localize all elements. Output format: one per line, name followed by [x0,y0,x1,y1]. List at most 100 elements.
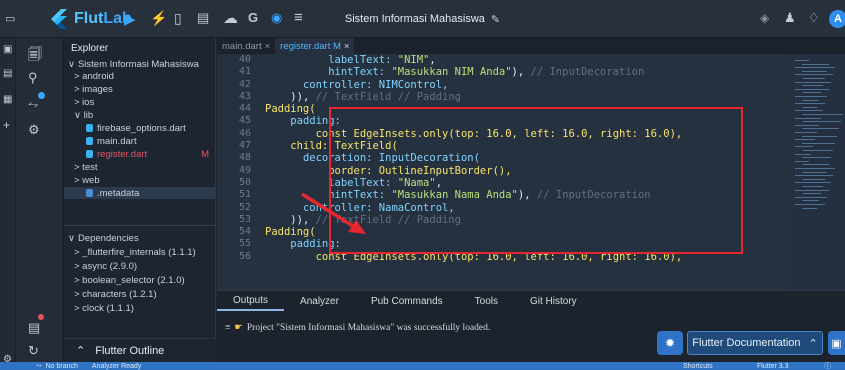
tab-pub-commands[interactable]: Pub Commands [355,291,459,311]
firebase-icon[interactable]: ◉ [271,10,282,26]
code-line[interactable]: hintText: "Masukkan NIM Anda"), // Input… [265,66,805,78]
tree-item-lib[interactable]: ∨ lib [64,109,215,121]
dependency-item[interactable]: > characters (1.2.1) [64,288,215,300]
search-icon[interactable]: ⚲ [28,70,38,86]
close-icon[interactable]: × [344,41,350,52]
chevron-down-icon: ∨ [68,58,75,70]
add-icon[interactable]: + [3,118,10,132]
storage-icon[interactable]: ▤ [3,68,12,79]
google-icon[interactable]: G [248,10,258,25]
tree-item-web[interactable]: > web [64,174,215,186]
notifications-icon[interactable]: ♢ [808,10,820,26]
tree-item-metadata[interactable]: .metadata [64,187,215,199]
minimap-line [802,128,839,130]
flutter-version[interactable]: Flutter 3.3 [757,363,789,370]
minimap-line [802,106,817,108]
grid-icon[interactable]: ▦ [3,94,12,105]
tree-item-images[interactable]: > images [64,83,215,95]
output-message: ≡ ☛ Project "Sistem Informasi Mahasiswa"… [225,322,491,334]
avatar[interactable]: A [829,10,845,28]
hot-reload-icon[interactable]: ⚡ [150,10,167,27]
minimap-line [802,70,827,72]
edit-title-icon[interactable]: ✎ [491,13,500,26]
flutlab-logo[interactable]: FlutLab [48,8,132,30]
line-number-gutter: 40 41 42 43 44 45 46 47 48 49 50 51 52 53 54 55 56 [217,54,259,290]
flutter-documentation-button[interactable]: Flutter Documentation ⌃ [687,331,823,355]
explorer-panel: Explorer ∨ Sistem Informasi Mahasiswa > … [64,38,216,362]
minimap-line [802,85,823,87]
sync-icon[interactable]: ↻ [28,343,39,359]
minimap[interactable] [789,54,845,290]
dependency-item[interactable]: > clock (1.1.1) [64,302,215,314]
tab-git-history[interactable]: Git History [514,291,593,311]
dart-file-icon [86,150,93,158]
device-icon[interactable]: ▯ [174,10,182,27]
source-control-icon[interactable]: ⥊ [28,96,38,112]
modified-badge: M [201,148,209,160]
code-line[interactable]: )), // TextField // Padding [265,91,805,103]
layers-icon[interactable]: ◈ [760,11,769,25]
files-icon[interactable]: 🗐 [28,44,42,68]
line-number: 49 [238,164,251,176]
tab-outputs[interactable]: Outputs [217,291,285,311]
code-line[interactable]: labelText: "NIM", [265,54,805,66]
run-icon[interactable]: ▶ [124,10,136,28]
tree-item-test[interactable]: > test [64,161,215,173]
project-root[interactable]: ∨ Sistem Informasi Mahasiswa [64,58,215,70]
minimap-line [802,78,825,79]
tab-main-dart[interactable]: main.dart × [217,38,275,54]
chat-icon: ▣ [831,337,842,350]
window-icon[interactable]: ▭ [5,12,15,25]
close-icon[interactable]: × [265,41,271,52]
tree-item-android[interactable]: > android [64,70,215,82]
tree-item-main[interactable]: main.dart [64,135,215,147]
chevron-up-icon: ⌃ [76,345,86,357]
tree-item-register[interactable]: register.dart M [64,148,215,160]
add-user-icon[interactable]: ♟ [784,10,796,26]
flutter-outline-toggle[interactable]: ⌃ Flutter Outline [64,338,216,362]
code-token: controller: NIMControl, [302,78,449,91]
dependency-item[interactable]: > async (2.9.0) [64,260,215,272]
minimap-line [802,121,841,123]
panel-icon[interactable]: ▣ [3,44,12,55]
line-number: 50 [238,176,251,188]
shortcuts-link[interactable]: Shortcuts [683,363,713,370]
minimap-line [795,132,817,133]
dependencies-heading[interactable]: ∨ Dependencies [64,232,215,244]
dart-file-icon [86,124,93,132]
dependency-item[interactable]: > boolean_selector (2.1.0) [64,274,215,286]
line-number: 55 [238,238,251,250]
chat-button[interactable]: ▣ [828,331,845,355]
inbox-icon[interactable]: ▤ [28,320,40,336]
line-number: 46 [238,127,251,139]
tree-item-ios[interactable]: > ios [64,96,215,108]
dependency-item[interactable]: > _flutterfire_internals (1.1.1) [64,246,215,258]
ai-assistant-button[interactable]: ✹ [657,331,683,355]
code-line[interactable]: controller: NIMControl, [265,79,805,91]
help-icon[interactable]: ⓘ [824,362,831,370]
annotation-arrow-icon [301,192,366,234]
tab-tools[interactable]: Tools [459,291,514,311]
tab-register-dart[interactable]: register.dart M × [275,38,355,54]
code-token: ), [511,66,531,79]
menu-icon[interactable]: ≡ [294,9,303,26]
cloud-icon[interactable]: ☁ [223,9,238,27]
minimap-line [795,103,825,105]
save-icon[interactable]: ▤ [197,10,209,26]
minimap-line [802,164,829,166]
branch-status[interactable]: No branch [46,363,78,370]
line-number: 43 [238,90,251,102]
tree-item-firebase-options[interactable]: firebase_options.dart [64,122,215,134]
code-token: "Masukkan NIM Anda" [391,66,512,79]
tab-analyzer[interactable]: Analyzer [284,291,355,311]
settings-icon[interactable]: ⚙ [28,122,40,138]
code-token: )), [290,90,316,103]
ai-icon: ✹ [664,336,676,350]
flutter-logo-icon [51,9,67,29]
